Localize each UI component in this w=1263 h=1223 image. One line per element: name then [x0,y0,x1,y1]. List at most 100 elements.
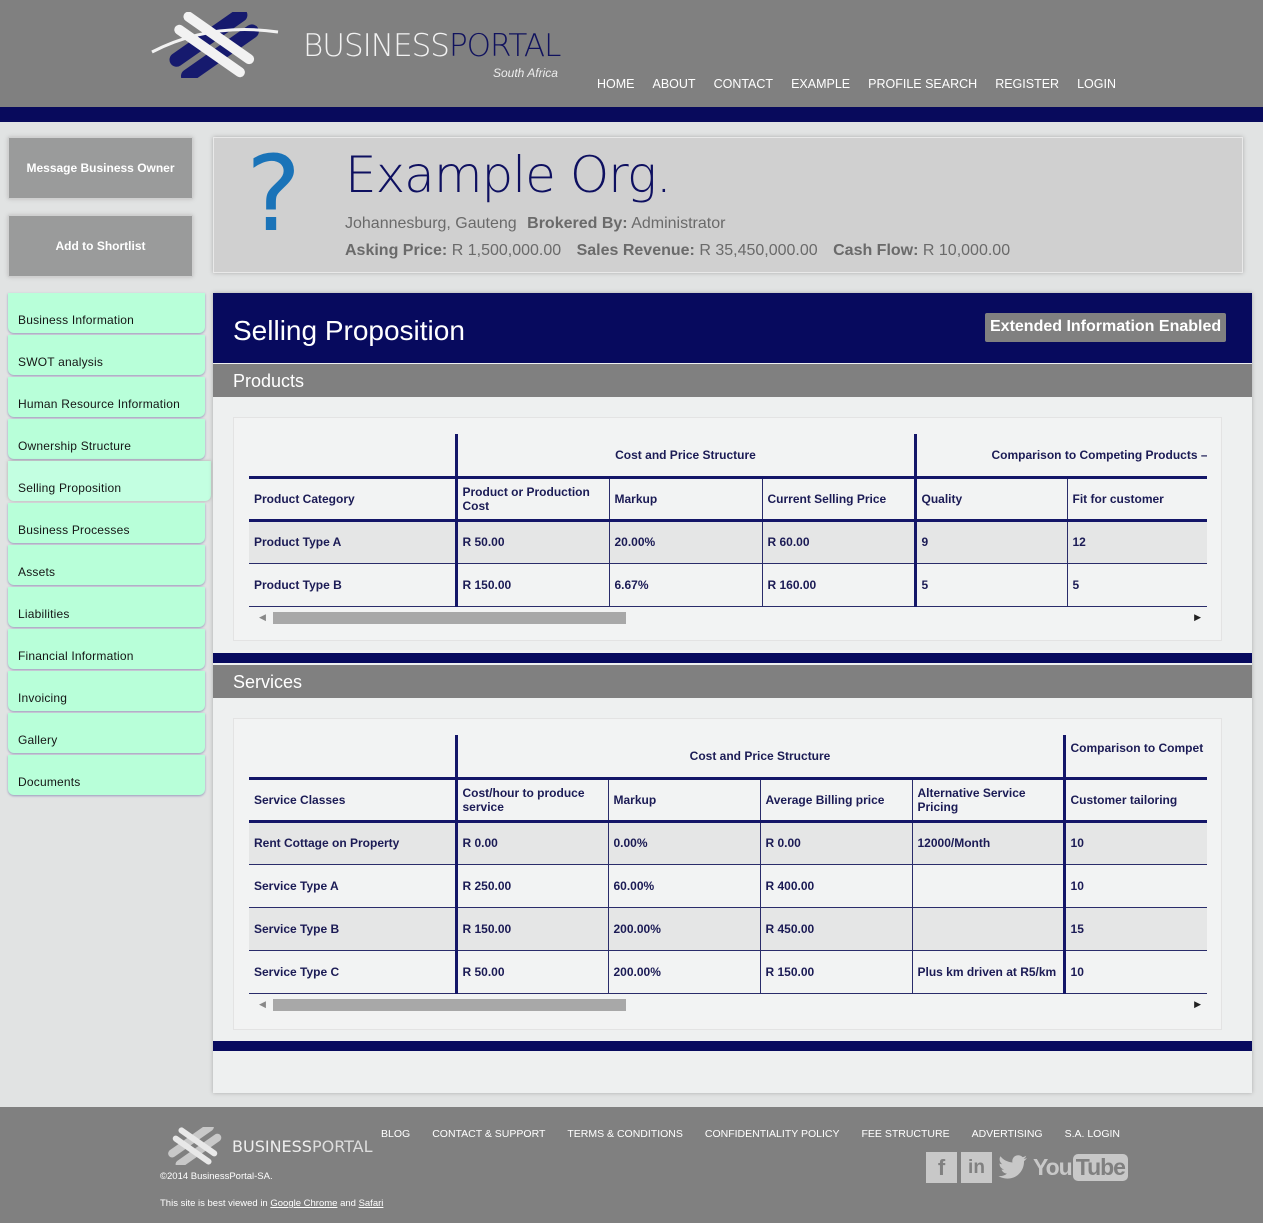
product-fit-cell: 12 [1066,520,1207,564]
service-tailoring-cell: 10 [1062,821,1207,865]
sidebar-item-business-information[interactable]: Business Information [8,293,205,333]
add-to-shortlist-button[interactable]: Add to Shortlist [8,215,193,277]
footer-brand-business: BUSINESS [232,1137,312,1156]
cash-flow-label: Cash Flow: [833,242,919,259]
best-viewed-prefix: This site is best viewed in [160,1198,268,1209]
sidebar-item-business-processes[interactable]: Business Processes [8,503,205,543]
services-col-billing: Average Billing price [759,778,912,823]
service-alternative-cell [911,907,1065,951]
footer-link-contact-support[interactable]: CONTACT & SUPPORT [432,1128,545,1140]
footer-copyright: ©2014 BusinessPortal-SA. [160,1171,273,1182]
nav-home[interactable]: HOME [597,77,635,91]
sidebar-item-documents[interactable]: Documents [8,755,205,795]
sidebar-item-financial-information[interactable]: Financial Information [8,629,205,669]
linkedin-icon[interactable]: in [961,1152,992,1183]
services-col-classes: Service Classes [249,778,456,823]
products-heading: Products [213,364,1252,397]
products-scroll-thumb[interactable] [273,612,626,624]
service-tailoring-cell: 10 [1062,950,1207,994]
footer-best-viewed: This site is best viewed in Google Chrom… [160,1198,383,1209]
services-horizontal-scrollbar[interactable]: ◀ ▶ [249,997,1207,1013]
nav-about[interactable]: ABOUT [653,77,696,91]
extended-information-badge: Extended Information Enabled [985,313,1227,342]
organization-location: Johannesburg, Gauteng [345,215,517,232]
scroll-left-arrow-icon[interactable]: ◀ [259,612,266,623]
product-category-cell: Product Type A [249,520,456,564]
nav-login[interactable]: LOGIN [1077,77,1116,91]
products-table: Cost and Price Structure Comparison to C… [249,434,1207,607]
products-col-fit: Fit for customer [1066,477,1207,522]
footer-link-blog[interactable]: BLOG [381,1128,410,1140]
nav-register[interactable]: REGISTER [995,77,1059,91]
products-group-blank [249,434,456,479]
nav-example[interactable]: EXAMPLE [791,77,850,91]
service-cost-cell: R 150.00 [454,907,608,951]
footer-brand-portal: PORTAL [311,1137,373,1156]
sidebar-item-assets[interactable]: Assets [8,545,205,585]
products-table-container: Cost and Price Structure Comparison to C… [233,417,1222,641]
scroll-left-arrow-icon[interactable]: ◀ [259,999,266,1010]
footer-link-advertising[interactable]: ADVERTISING [972,1128,1043,1140]
products-horizontal-scrollbar[interactable]: ◀ ▶ [249,610,1207,626]
services-group-blank [249,735,456,780]
sidebar-item-gallery[interactable]: Gallery [8,713,205,753]
services-table-container: Cost and Price Structure Comparison to C… [233,718,1222,1030]
footer-brand: BUSINESSPORTAL [232,1137,373,1156]
service-markup-cell: 200.00% [607,950,760,994]
business-portal-logo-icon[interactable] [150,12,280,78]
service-cost-cell: R 250.00 [454,864,608,908]
site-header: BUSINESSPORTAL South Africa HOME ABOUT C… [0,0,1263,107]
products-col-cost: Product or Production Cost [454,477,609,522]
products-group-cost: Cost and Price Structure [454,434,915,479]
product-fit-cell: 5 [1066,563,1207,607]
footer-link-fee-structure[interactable]: FEE STRUCTURE [861,1128,949,1140]
brand-wordmark[interactable]: BUSINESSPORTAL [303,28,561,64]
sales-revenue-label: Sales Revenue: [576,242,695,259]
product-quality-cell: 5 [913,563,1067,607]
footer-link-terms[interactable]: TERMS & CONDITIONS [567,1128,683,1140]
services-scroll-thumb[interactable] [273,999,626,1011]
sidebar-item-invoicing[interactable]: Invoicing [8,671,205,711]
table-row: Service Type A R 250.00 60.00% R 400.00 … [249,864,1207,908]
google-chrome-link[interactable]: Google Chrome [270,1198,337,1209]
footer-link-confidentiality[interactable]: CONFIDENTIALITY POLICY [705,1128,840,1140]
service-class-cell: Service Type A [249,864,456,908]
safari-link[interactable]: Safari [359,1198,384,1209]
youtube-icon[interactable]: You Tube [1033,1154,1128,1181]
sidebar-item-swot-analysis[interactable]: SWOT analysis [8,335,205,375]
services-group-cost: Cost and Price Structure [454,735,1065,780]
organization-name: Example Org. [345,146,672,204]
cash-flow-value: R 10,000.00 [922,242,1011,259]
sidebar-item-ownership-structure[interactable]: Ownership Structure [8,419,205,459]
sidebar-item-human-resource-information[interactable]: Human Resource Information [8,377,205,417]
nav-contact[interactable]: CONTACT [714,77,774,91]
footer-logo-icon[interactable] [160,1127,230,1165]
products-bottom-bar [213,653,1252,663]
product-category-cell: Product Type B [249,563,456,607]
sidebar-item-liabilities[interactable]: Liabilities [8,587,205,627]
site-footer: BUSINESSPORTAL BLOG CONTACT & SUPPORT TE… [0,1107,1263,1223]
asking-price-value: R 1,500,000.00 [451,242,562,259]
best-viewed-and: and [340,1198,356,1209]
nav-profile-search[interactable]: PROFILE SEARCH [868,77,977,91]
footer-link-sa-login[interactable]: S.A. LOGIN [1065,1128,1120,1140]
asking-price-label: Asking Price: [345,242,448,259]
product-cost-cell: R 150.00 [454,563,609,607]
message-business-owner-button[interactable]: Message Business Owner [8,137,193,199]
service-cost-cell: R 0.00 [454,821,608,865]
facebook-icon[interactable]: f [926,1152,957,1183]
services-heading: Services [213,665,1252,698]
service-billing-cell: R 450.00 [759,907,912,951]
organization-summary-card: ? Example Org. Johannesburg, Gauteng Bro… [213,137,1243,273]
section-header: Selling Proposition Extended Information… [213,293,1252,363]
product-quality-cell: 9 [913,520,1067,564]
scroll-right-arrow-icon[interactable]: ▶ [1194,612,1201,623]
selling-proposition-panel: Selling Proposition Extended Information… [213,293,1252,1093]
top-navigation: HOME ABOUT CONTACT EXAMPLE PROFILE SEARC… [588,77,1125,91]
scroll-right-arrow-icon[interactable]: ▶ [1194,999,1201,1010]
sidebar-item-selling-proposition[interactable]: Selling Proposition [8,461,211,501]
product-markup-cell: 20.00% [608,520,762,564]
service-class-cell: Service Type C [249,950,456,994]
twitter-icon[interactable] [996,1152,1029,1183]
service-billing-cell: R 400.00 [759,864,912,908]
